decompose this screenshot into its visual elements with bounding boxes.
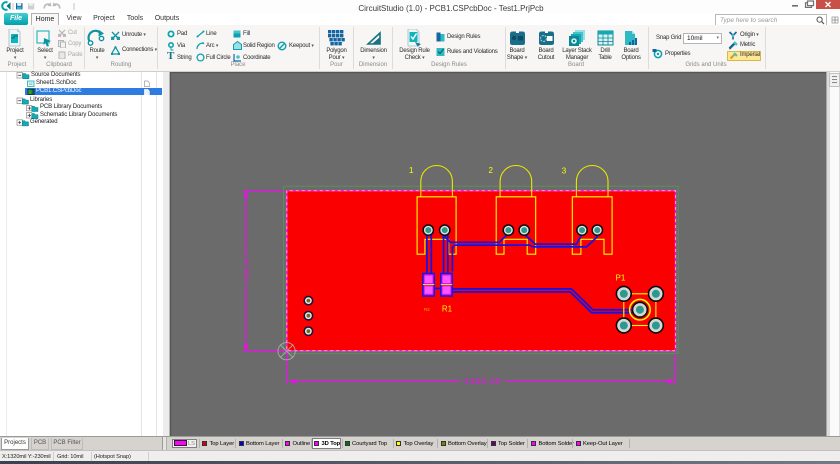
svg-text:R1: R1 (442, 305, 453, 314)
svg-text:2400.00: 2400.00 (465, 377, 502, 386)
svg-text:1: 1 (409, 166, 414, 175)
svg-text:P1: P1 (616, 274, 626, 283)
svg-text:3: 3 (562, 167, 567, 176)
svg-text:1000.00: 1000.00 (243, 257, 250, 283)
svg-text:R2: R2 (424, 307, 430, 312)
svg-text:2: 2 (489, 166, 494, 175)
